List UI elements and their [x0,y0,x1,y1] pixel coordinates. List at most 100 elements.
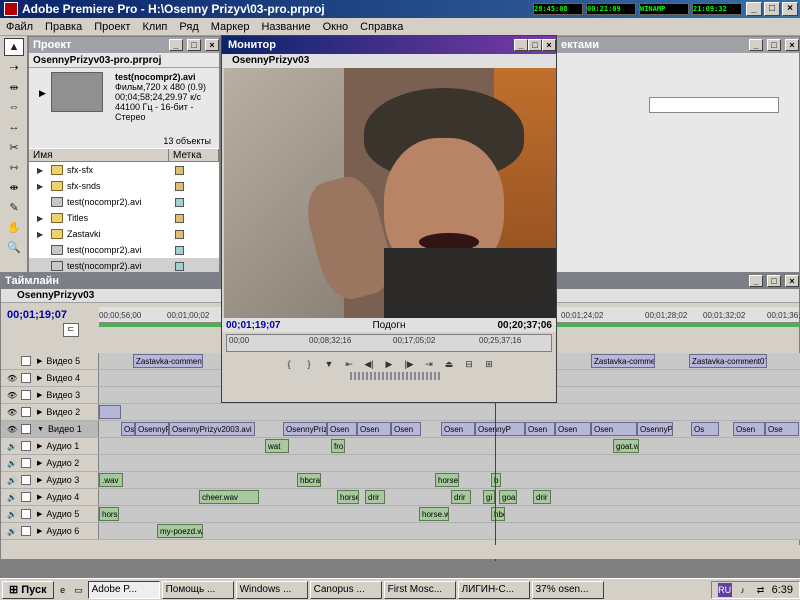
clip[interactable]: OsennyPrizyv2003.avi [169,422,255,436]
close-button[interactable]: × [782,2,798,16]
clip[interactable]: hbc [491,507,505,521]
project-maximize-button[interactable]: □ [187,39,201,51]
effects-close-button[interactable]: × [785,39,799,51]
speaker-icon[interactable]: 🔊 [7,493,21,502]
list-item[interactable]: test(nocompr2).avi [29,194,219,210]
eye-icon[interactable]: 👁 [7,408,21,417]
step-back-icon[interactable]: ◀| [362,358,376,370]
clip[interactable]: my-poezd.w [157,524,203,538]
speaker-icon[interactable]: 🔊 [7,527,21,536]
clip[interactable]: horse.w [99,507,119,521]
menu-title[interactable]: Название [255,21,316,33]
desktop-quicklaunch-icon[interactable]: ▭ [72,583,86,597]
column-name[interactable]: Имя [29,149,169,161]
clip[interactable]: Osen [441,422,475,436]
monitor-time-ruler[interactable]: 00;00 00;08;32;16 00;17;05;02 00;25;37;1… [226,334,552,352]
go-to-out-icon[interactable]: ⇥ [422,358,436,370]
clip[interactable]: Os [121,422,135,436]
speaker-icon[interactable]: 🔊 [7,442,21,451]
clip[interactable]: gi [483,490,495,504]
lock-toggle[interactable] [21,492,31,502]
clip[interactable]: hbcra [297,473,321,487]
play-icon[interactable]: ▶ [382,358,396,370]
clip[interactable]: fro [331,439,345,453]
timeline-timecode[interactable]: 00;01;19;07 [7,309,67,321]
extract-icon[interactable]: ⊟ [462,358,476,370]
clip[interactable]: Osen [733,422,765,436]
menu-window[interactable]: Окно [317,21,355,33]
clip[interactable]: cheer.wav [199,490,259,504]
clip[interactable]: Osen [525,422,555,436]
lift-icon[interactable]: ⏏ [442,358,456,370]
expand-triangle-icon[interactable]: ▶ [37,510,42,518]
expand-triangle-icon[interactable]: ▶ [37,357,42,365]
clip[interactable]: Osen [591,422,637,436]
clip[interactable]: OsennyPrizyv2003 [283,422,327,436]
effects-minimize-button[interactable]: _ [749,39,763,51]
monitor-maximize-button[interactable]: □ [528,39,542,51]
menu-project[interactable]: Проект [88,21,136,33]
clip[interactable]: .wav [99,473,123,487]
lock-toggle[interactable] [21,373,31,383]
expand-triangle-icon[interactable]: ▶ [37,182,47,191]
project-minimize-button[interactable]: _ [169,39,183,51]
clip[interactable]: wat [265,439,289,453]
expand-triangle-icon[interactable]: ▶ [37,459,42,467]
project-tab[interactable]: OsennyPrizyv03-pro.prproj [29,53,219,68]
start-button[interactable]: ⊞ Пуск [2,580,54,599]
network-icon[interactable]: ⇄ [754,583,768,597]
expand-triangle-icon[interactable]: ▶ [37,214,47,223]
clip[interactable]: Zastavka-comment [591,354,655,368]
lock-toggle[interactable] [21,475,31,485]
menu-help[interactable]: Справка [354,21,409,33]
timeline-zoom-bar[interactable] [1,545,800,559]
monitor-tab[interactable]: OsennyPrizyv03 [222,54,556,68]
list-item[interactable]: test(nocompr2).avi [29,242,219,258]
slide-tool-icon[interactable]: ⇼ [4,178,24,196]
taskbar-task[interactable]: ЛИГИН-С... [457,580,530,599]
mark-in-icon[interactable]: { [282,358,296,370]
expand-triangle-icon[interactable]: ▶ [37,527,42,535]
expand-triangle-icon[interactable]: ▶ [37,493,42,501]
taskbar-task[interactable]: Canopus ... [309,580,382,599]
fit-dropdown[interactable]: Подогн [372,320,405,331]
clip[interactable]: Osen [555,422,591,436]
volume-icon[interactable]: ♪ [736,583,750,597]
clip[interactable]: horse. [337,490,359,504]
column-label[interactable]: Метка [169,149,219,161]
export-frame-icon[interactable]: ⊞ [482,358,496,370]
list-item[interactable]: ▶ sfx-sfx [29,162,219,178]
rolling-edit-tool-icon[interactable]: ⇔ [4,98,24,116]
clip[interactable]: horse. [435,473,459,487]
snap-icon[interactable]: ⊏ [63,323,79,337]
minimize-button[interactable]: _ [746,2,762,16]
clip[interactable]: horse.w [419,507,449,521]
set-marker-icon[interactable]: ▼ [322,358,336,370]
lock-toggle[interactable] [21,458,31,468]
track-select-tool-icon[interactable]: ⇢ [4,58,24,76]
clip[interactable]: drir [451,490,471,504]
clip[interactable]: goat.w [613,439,639,453]
zoom-tool-icon[interactable]: 🔍 [4,238,24,256]
menu-clip[interactable]: Клип [136,21,173,33]
hand-tool-icon[interactable]: ✋ [4,218,24,236]
expand-triangle-icon[interactable]: ▶ [37,408,42,416]
expand-triangle-icon[interactable]: ▶ [37,166,47,175]
timeline-close-button[interactable]: × [785,275,799,287]
project-close-button[interactable]: × [205,39,219,51]
taskbar-task[interactable]: Windows ... [235,580,308,599]
taskbar-task[interactable]: First Mosc... [383,580,456,599]
effects-search-input[interactable] [649,97,779,113]
monitor-close-button[interactable]: × [542,39,556,51]
expand-triangle-icon[interactable]: ▼ [37,426,44,433]
taskbar-task[interactable]: Adobe P... [87,580,160,599]
clip[interactable] [99,405,121,419]
clip[interactable]: OsennyP [637,422,673,436]
expand-triangle-icon[interactable]: ▶ [37,476,42,484]
language-indicator[interactable]: RU [717,582,732,597]
razor-tool-icon[interactable]: ✂ [4,138,24,156]
pointer-tool-icon[interactable]: ▲ [4,38,24,56]
menu-sequence[interactable]: Ряд [173,21,204,33]
clip[interactable]: drir [533,490,551,504]
taskbar-task[interactable]: 37% osen... [531,580,604,599]
